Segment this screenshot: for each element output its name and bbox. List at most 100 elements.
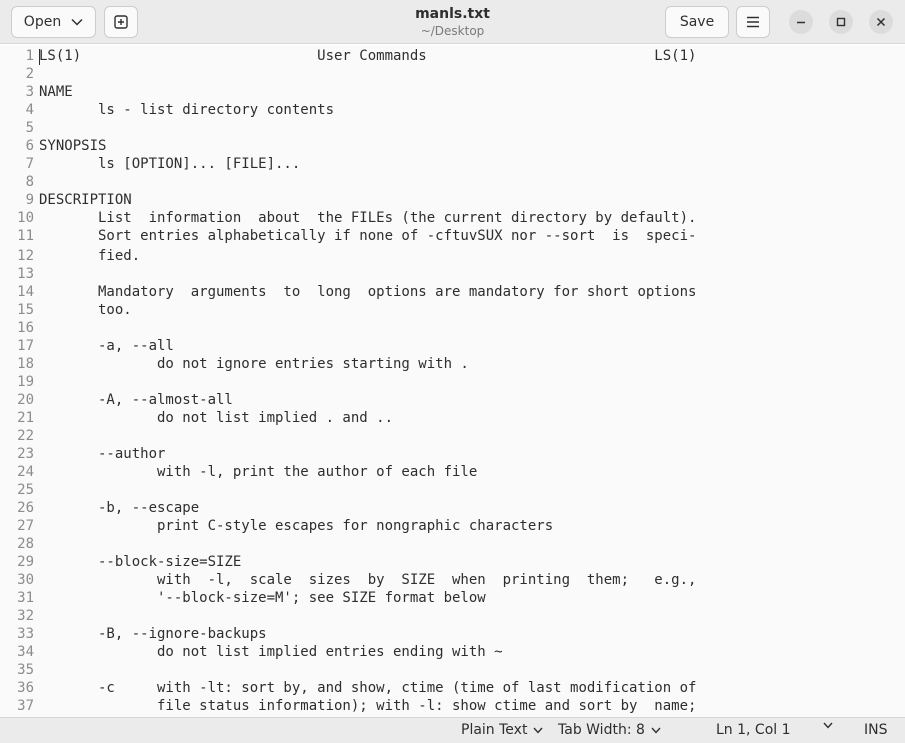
close-icon [876,17,886,27]
editor-line: 25 [0,481,905,499]
line-text: do not list implied . and .. [39,410,394,426]
line-text: LS(1) User Commands LS(1) [39,48,697,64]
line-number: 35 [17,662,34,678]
line-text: -c with -lt: sort by, and show, ctime (t… [39,680,697,696]
line-text: ls - list directory contents [39,102,335,118]
line-number: 2 [25,66,34,82]
line-number: 17 [17,338,34,354]
status-bar: Plain Text Tab Width: 8 Ln 1, Col 1 INS [0,717,905,743]
line-text: ls [OPTION]... [FILE]... [39,156,301,172]
position-dropdown[interactable] [823,722,833,729]
line-number: 8 [25,174,34,190]
line-text: -B, --ignore-backups [39,626,267,642]
line-number: 29 [17,554,34,570]
text-editor[interactable]: 1 LS(1) User Commands LS(1) 2 3 NAME 4 ls - l… [0,45,905,717]
chevron-down-icon [533,727,543,734]
editor-line: 26 -b, --escape [0,499,905,517]
editor-line: 24 with -l, print the author of each fil… [0,463,905,481]
line-text: Mandatory arguments to long options are … [39,284,697,300]
minimize-icon [797,21,805,24]
line-text: List information about the FILEs (the cu… [39,210,697,226]
maximize-button[interactable] [829,10,853,34]
editor-line: 4 ls - list directory contents [0,101,905,119]
editor-line: 6 SYNOPSIS [0,137,905,155]
line-number: 37 [17,698,34,714]
line-number: 18 [17,356,34,372]
line-number: 22 [17,428,34,444]
line-number: 11 [17,228,34,244]
line-number: 5 [25,120,34,136]
line-text: do not list implied entries ending with … [39,644,503,660]
line-number: 24 [17,464,34,480]
line-number: 23 [17,446,34,462]
editor-line: 37 file status information); with -l: sh… [0,697,905,715]
editor-line: 2 [0,65,905,83]
header-bar: Open manls.txt ~/Desktop Save [0,0,905,44]
editor-line: 34 do not list implied entries ending wi… [0,643,905,661]
editor-line: 23 --author [0,445,905,463]
editor-line: 22 [0,427,905,445]
editor-line: 14 Mandatory arguments to long options a… [0,283,905,301]
line-text: -b, --escape [39,500,200,516]
line-text: file status information); with -l: show … [39,698,697,714]
cursor-position-selector[interactable]: Ln 1, Col 1 [716,722,791,738]
line-number: 14 [17,284,34,300]
editor-line: 31 '--block-size=M'; see SIZE format bel… [0,589,905,607]
close-button[interactable] [869,10,893,34]
line-text: '--block-size=M'; see SIZE format below [39,590,486,606]
line-number: 31 [17,590,34,606]
line-number: 9 [25,192,34,208]
language-selector[interactable]: Plain Text [461,722,543,738]
tab-width-selector[interactable]: Tab Width: 8 [558,722,661,738]
editor-line: 1 LS(1) User Commands LS(1) [0,47,905,65]
save-button[interactable]: Save [665,6,729,38]
line-number: 6 [25,138,34,154]
line-number: 36 [17,680,34,696]
line-number: 32 [17,608,34,624]
line-text: with -l, print the author of each file [39,464,478,480]
editor-line: 7 ls [OPTION]... [FILE]... [0,155,905,173]
line-text: too. [39,302,132,318]
line-number: 30 [17,572,34,588]
editor-line: 19 [0,373,905,391]
line-text: NAME [39,84,73,100]
editor-line: 21 do not list implied . and .. [0,409,905,427]
line-number: 34 [17,644,34,660]
editor-line: 13 [0,265,905,283]
line-number: 19 [17,374,34,390]
editor-line: 5 [0,119,905,137]
editor-line: 11 Sort entries alphabetically if none o… [0,227,905,245]
line-text: Sort entries alphabetically if none of -… [39,228,697,244]
line-number: 10 [17,210,34,226]
line-number: 7 [25,156,34,172]
line-number: 28 [17,536,34,552]
editor-line: 15 too. [0,301,905,319]
editor-line: 17 -a, --all [0,337,905,355]
cursor-position-label: Ln 1, Col 1 [716,722,791,738]
editor-line: 27 print C-style escapes for nongraphic … [0,517,905,535]
line-number: 26 [17,500,34,516]
line-number: 20 [17,392,34,408]
main-menu-button[interactable] [736,6,770,38]
line-number: 25 [17,482,34,498]
line-text: --block-size=SIZE [39,554,242,570]
line-number: 21 [17,410,34,426]
text-cursor [39,49,40,65]
editor-line: 8 [0,173,905,191]
line-text: print C-style escapes for nongraphic cha… [39,518,554,534]
editor-line: 30 with -l, scale sizes by SIZE when pri… [0,571,905,589]
editor-line: 35 [0,661,905,679]
line-text: -A, --almost-all [39,392,233,408]
line-text: SYNOPSIS [39,138,107,154]
minimize-button[interactable] [789,10,813,34]
editor-line: 32 [0,607,905,625]
line-number: 16 [17,320,34,336]
editor-line: 20 -A, --almost-all [0,391,905,409]
editor-line: 28 [0,535,905,553]
language-label: Plain Text [461,722,528,738]
editor-line: 29 --block-size=SIZE [0,553,905,571]
line-number: 27 [17,518,34,534]
line-text: fied. [39,248,141,264]
editor-line: 9 DESCRIPTION [0,191,905,209]
insert-mode-indicator[interactable]: INS [864,722,888,738]
